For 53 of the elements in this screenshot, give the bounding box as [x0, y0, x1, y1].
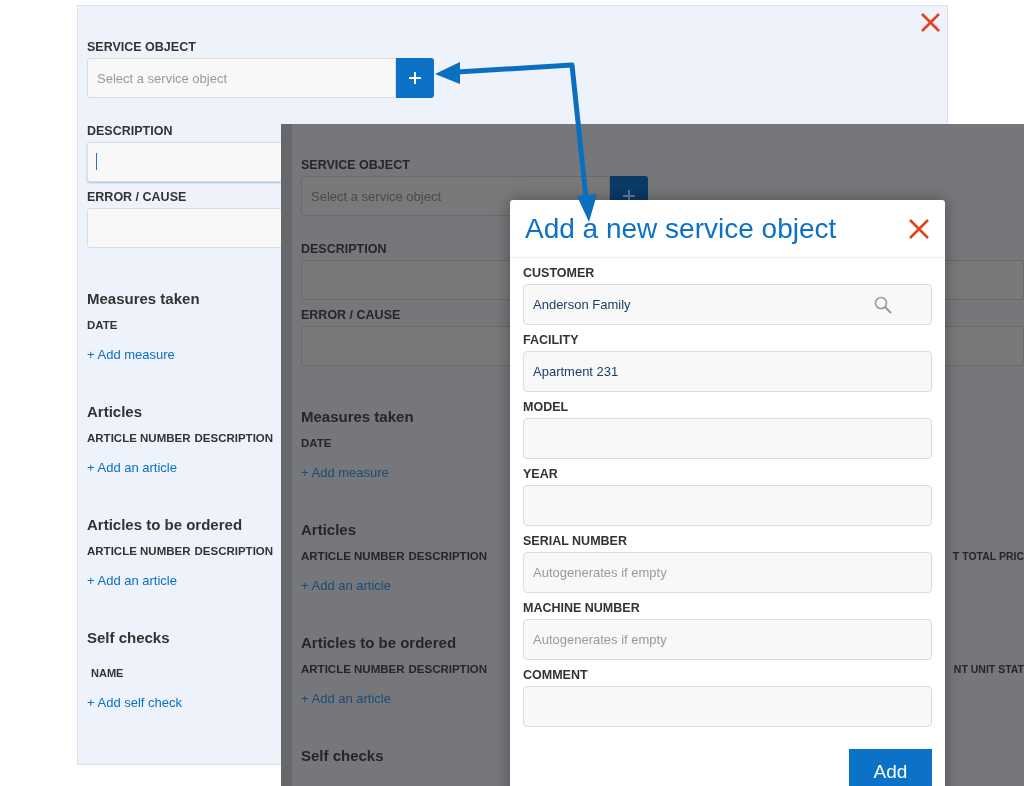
column-header: DESCRIPTION — [194, 431, 274, 446]
field-label: FACILITY — [523, 332, 579, 348]
field-label: COMMENT — [523, 667, 588, 683]
column-header: DESCRIPTION — [194, 544, 274, 559]
field-label: MODEL — [523, 399, 569, 415]
column-header: DATE — [87, 318, 118, 333]
section-title: Self checks — [301, 746, 384, 766]
text-cursor — [96, 153, 97, 170]
close-icon — [909, 218, 929, 239]
section-title: Articles to be ordered — [301, 633, 457, 653]
input-field[interactable]: Autogenerates if empty — [523, 619, 932, 660]
section-title: Articles — [301, 520, 357, 540]
plus-icon — [623, 190, 635, 202]
add-button[interactable]: Add — [849, 749, 932, 786]
section-title: Measures taken — [301, 407, 414, 427]
field-label: YEAR — [523, 466, 558, 482]
add-link[interactable]: + Add an article — [87, 458, 177, 478]
add-link[interactable]: + Add self check — [87, 693, 183, 713]
plus-icon — [409, 72, 421, 84]
column-header: ARTICLE NUMBER — [301, 549, 405, 564]
column-header: DESCRIPTION — [408, 662, 488, 677]
field-label: DESCRIPTION — [301, 241, 387, 257]
field-label: SERVICE OBJECT — [87, 39, 196, 55]
input-field[interactable] — [523, 418, 932, 459]
section-title: Measures taken — [87, 289, 200, 309]
field-label: ERROR / CAUSE — [87, 189, 187, 205]
input-field[interactable] — [523, 485, 932, 526]
section-title: Articles — [87, 402, 143, 422]
column-header: NAME — [91, 666, 124, 681]
column-header: ARTICLE NUMBER — [301, 662, 405, 677]
column-header: ARTICLE NUMBER — [87, 431, 191, 446]
field-label: SERVICE OBJECT — [301, 157, 410, 173]
add-link[interactable]: + Add an article — [87, 571, 177, 591]
section-title: Articles to be ordered — [87, 515, 243, 535]
close-button[interactable] — [908, 217, 930, 240]
field-label: ERROR / CAUSE — [301, 307, 401, 323]
search-icon[interactable] — [874, 296, 892, 314]
input-field[interactable] — [523, 686, 932, 727]
column-header: DATE — [301, 436, 332, 451]
close-icon[interactable] — [921, 13, 940, 32]
input-field[interactable]: Apartment 231 — [523, 351, 932, 392]
column-header: T TOTAL PRIC — [952, 549, 1024, 564]
column-header: NT UNIT STAT — [953, 662, 1024, 677]
field-label: DESCRIPTION — [87, 123, 173, 139]
column-header: ARTICLE NUMBER — [87, 544, 191, 559]
section-title: Self checks — [87, 628, 170, 648]
field-label: SERIAL NUMBER — [523, 533, 627, 549]
add-link[interactable]: + Add measure — [87, 345, 175, 365]
field-label: CUSTOMER — [523, 265, 595, 281]
field-label: MACHINE NUMBER — [523, 600, 640, 616]
search-field[interactable]: Anderson Family — [523, 284, 932, 325]
column-header: DESCRIPTION — [408, 549, 488, 564]
input-field[interactable]: Autogenerates if empty — [523, 552, 932, 593]
